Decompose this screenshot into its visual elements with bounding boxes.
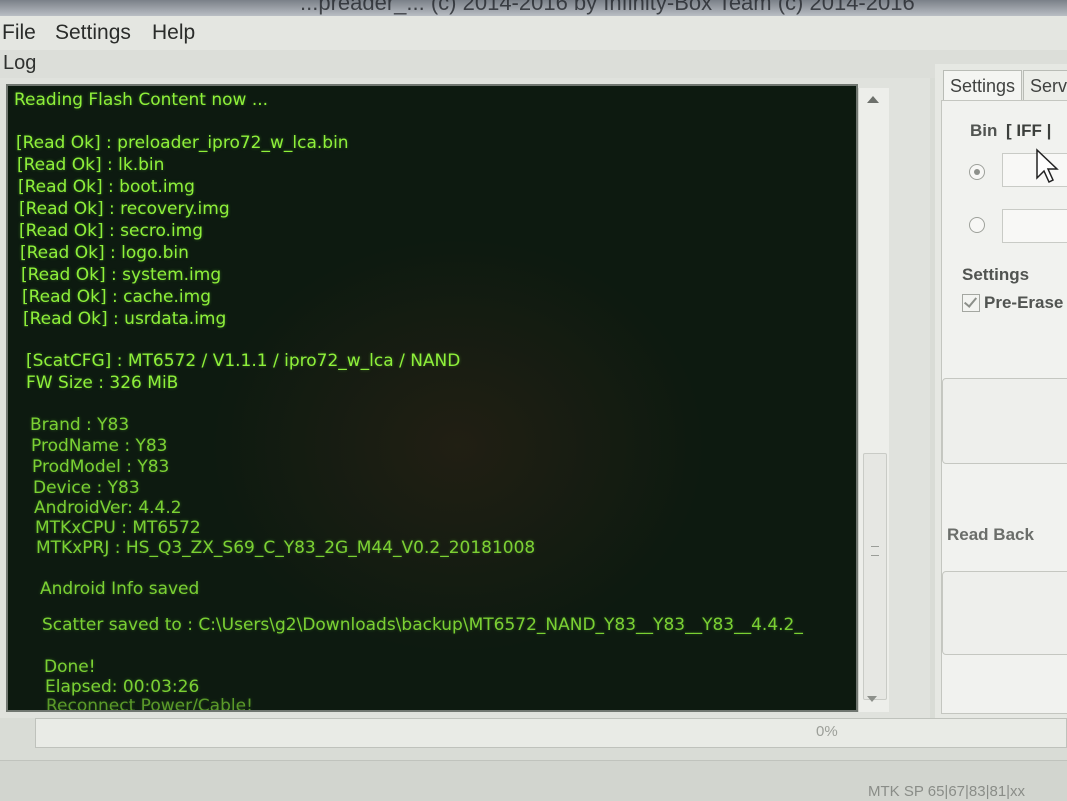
log-scrollbar[interactable] (858, 88, 889, 712)
log-scatter-saved: Scatter saved to : C:\Users\g2\Downloads… (42, 615, 803, 635)
tab-service[interactable]: Serv (1023, 70, 1067, 101)
log-header: Reading Flash Content now ... (14, 90, 269, 110)
scroll-down-arrow-icon[interactable] (867, 696, 877, 702)
pre-erase-label: Pre-Erase (984, 293, 1064, 312)
log-done: Done! (44, 657, 96, 677)
log-line-read-ok: [Read Ok] : lk.bin (17, 155, 165, 175)
iff-label: [ IFF | (1006, 121, 1052, 140)
iff-path-field[interactable] (1002, 209, 1067, 243)
log-device-info: Device : Y83 (33, 478, 140, 498)
log-line-read-ok: [Read Ok] : usrdata.img (23, 309, 227, 329)
log-device-info: ProdModel : Y83 (32, 457, 170, 477)
log-fw-size: FW Size : 326 MiB (26, 373, 179, 393)
log-elapsed: Elapsed: 00:03:26 (45, 677, 200, 697)
log-line-read-ok: [Read Ok] : secro.img (19, 221, 204, 241)
log-scatcfg: [ScatCFG] : MT6572 / V1.1.1 / ipro72_w_l… (26, 351, 461, 371)
bin-radio[interactable] (969, 164, 985, 180)
read-back-group (942, 571, 1067, 655)
log-label: Log (3, 52, 37, 74)
log-line-read-ok: [Read Ok] : recovery.img (19, 199, 230, 219)
menu-settings[interactable]: Settings (55, 21, 131, 45)
log-device-info: Brand : Y83 (30, 415, 130, 435)
window-title: ...preader_... (c) 2014-2016 by Infinity… (300, 0, 915, 15)
log-device-info: MTKxPRJ : HS_Q3_ZX_S69_C_Y83_2G_M44_V0.2… (36, 538, 536, 558)
mouse-cursor-icon (1036, 148, 1059, 184)
log-line-read-ok: [Read Ok] : cache.img (22, 287, 211, 307)
grip-icon (871, 546, 879, 556)
bin-label: Bin (970, 121, 998, 140)
screen-glare (208, 236, 708, 656)
progress-bar: 0% (35, 718, 1067, 748)
menu-help[interactable]: Help (152, 21, 195, 45)
progress-text: 0% (816, 723, 838, 740)
settings-label: Settings (962, 265, 1030, 284)
status-platform: MTK SP 65|67|83|81|xx (868, 783, 1026, 800)
log-device-info: AndroidVer: 4.4.2 (34, 498, 182, 518)
log-line-read-ok: [Read Ok] : preloader_ipro72_w_lca.bin (16, 133, 349, 153)
log-line-read-ok: [Read Ok] : system.img (21, 265, 222, 285)
iff-radio[interactable] (969, 217, 985, 233)
window-title-bar: ...preader_... (c) 2014-2016 by Infinity… (0, 0, 1067, 16)
log-group-header: Log (0, 50, 1067, 78)
tab-content: Bin [ IFF | Settings Pre-Erase Read Back (941, 100, 1067, 714)
log-line-read-ok: [Read Ok] : boot.img (18, 177, 195, 197)
tab-settings[interactable]: Settings (943, 70, 1023, 101)
log-line-read-ok: [Read Ok] : logo.bin (20, 243, 189, 263)
scroll-up-arrow-icon[interactable] (867, 96, 879, 103)
pre-erase-checkbox[interactable] (962, 294, 980, 312)
log-device-info: MTKxCPU : MT6572 (35, 518, 201, 538)
log-reconnect: Reconnect Power/Cable! (46, 696, 253, 712)
menu-file[interactable]: File (2, 21, 36, 45)
status-bar: MTK SP 65|67|83|81|xx (0, 760, 1067, 801)
log-android-info: Android Info saved (40, 579, 200, 599)
log-device-info: ProdName : Y83 (31, 436, 168, 456)
read-back-label: Read Back (947, 525, 1034, 544)
scroll-thumb[interactable] (863, 453, 887, 700)
action-group (942, 378, 1067, 464)
menu-bar: File Settings Help (0, 16, 1067, 51)
log-console[interactable]: Reading Flash Content now ... [Read Ok] … (6, 84, 858, 712)
